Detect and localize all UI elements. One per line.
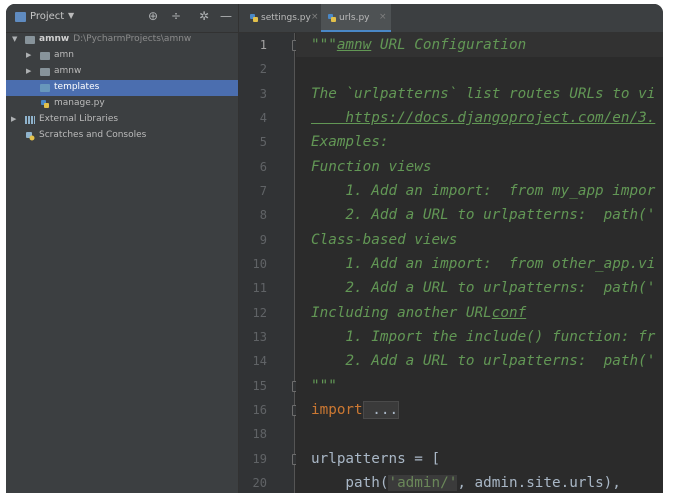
folder-icon bbox=[40, 52, 50, 60]
line-number: 7 bbox=[259, 184, 267, 198]
line-number: 6 bbox=[259, 160, 267, 174]
code-line: 2. Add a URL to urlpatterns: path(' bbox=[311, 353, 656, 369]
python-file-icon bbox=[41, 100, 49, 108]
python-file-icon bbox=[328, 14, 336, 22]
line-number: 13 bbox=[252, 330, 267, 344]
line-number: 2 bbox=[259, 62, 267, 76]
folder-icon bbox=[25, 36, 35, 44]
chevron-right-icon[interactable]: ▶ bbox=[11, 115, 16, 123]
tree-item-label: manage.py bbox=[54, 98, 105, 108]
code-editor[interactable]: """amnw URL Configuration The `urlpatter… bbox=[296, 33, 663, 493]
close-icon[interactable]: × bbox=[311, 12, 319, 22]
scratches-icon bbox=[26, 132, 35, 141]
code-line: Examples: bbox=[311, 134, 389, 150]
line-number-gutter[interactable]: 1 2 3 4 5 6 7 8 9 10 11 12 13 14 15 16 1… bbox=[239, 33, 302, 493]
line-number: 4 bbox=[259, 111, 267, 125]
folded-import-block[interactable]: import ... bbox=[311, 398, 400, 422]
code-line: Function views bbox=[311, 159, 432, 175]
tree-item-manage-py[interactable]: manage.py bbox=[6, 96, 238, 112]
folder-icon bbox=[40, 84, 50, 92]
code-line: urlpatterns = [ bbox=[311, 451, 441, 467]
line-number: 19 bbox=[252, 452, 267, 466]
tree-item-project-root[interactable]: ▼ amnw D:\PycharmProjects\amnw bbox=[6, 32, 238, 48]
tree-item-amn[interactable]: ▶ amn bbox=[6, 48, 238, 64]
line-number: 10 bbox=[252, 257, 267, 271]
tab-label: urls.py bbox=[339, 13, 370, 23]
tree-item-templates[interactable]: templates bbox=[6, 80, 238, 96]
tree-item-label: External Libraries bbox=[39, 114, 119, 124]
tab-settings-py[interactable]: settings.py × bbox=[243, 4, 319, 32]
project-path: D:\PycharmProjects\amnw bbox=[73, 34, 192, 44]
code-line: """amnw URL Configuration bbox=[311, 37, 527, 53]
code-line: 2. Add a URL to urlpatterns: path(' bbox=[311, 207, 656, 223]
line-number: 12 bbox=[252, 306, 267, 320]
chevron-right-icon[interactable]: ▶ bbox=[26, 67, 31, 75]
code-line: 1. Add an import: from other_app.vi bbox=[311, 256, 656, 272]
ide-window: Project ▼ ⊕ ÷ ✲ — ▼ amnw D:\PycharmProjec… bbox=[6, 4, 663, 493]
close-icon[interactable]: × bbox=[379, 12, 387, 22]
line-number: 14 bbox=[252, 354, 267, 368]
line-number: 15 bbox=[252, 379, 267, 393]
collapse-all-icon[interactable]: ÷ bbox=[171, 9, 181, 23]
hide-panel-icon[interactable]: — bbox=[220, 9, 232, 23]
project-icon bbox=[15, 12, 26, 22]
line-number: 16 bbox=[252, 403, 267, 417]
line-number: 3 bbox=[259, 87, 267, 101]
locate-icon[interactable]: ⊕ bbox=[148, 9, 158, 23]
code-line: 1. Import the include() function: fr bbox=[311, 329, 656, 345]
code-line: 1. Add an import: from my_app impor bbox=[311, 183, 656, 199]
line-number: 8 bbox=[259, 208, 267, 222]
tree-item-label: Scratches and Consoles bbox=[39, 130, 147, 140]
python-file-icon bbox=[250, 14, 258, 22]
line-number: 5 bbox=[259, 135, 267, 149]
chevron-down-icon[interactable]: ▼ bbox=[68, 11, 74, 20]
line-number: 9 bbox=[259, 233, 267, 247]
line-number: 11 bbox=[252, 281, 267, 295]
editor-tabs: settings.py × urls.py × bbox=[239, 4, 663, 33]
tree-item-scratches[interactable]: Scratches and Consoles bbox=[6, 128, 238, 144]
code-line: 2. Add a URL to urlpatterns: path(' bbox=[311, 280, 656, 296]
tree-item-label: templates bbox=[54, 82, 100, 92]
project-view-selector[interactable]: Project bbox=[30, 11, 64, 22]
tab-urls-py[interactable]: urls.py × bbox=[321, 4, 391, 32]
tree-item-external-libraries[interactable]: ▶ External Libraries bbox=[6, 112, 238, 128]
code-line: Including another URLconf bbox=[311, 305, 527, 321]
code-line: """ bbox=[311, 378, 337, 394]
project-panel-header: Project ▼ ⊕ ÷ ✲ — bbox=[6, 4, 238, 33]
tree-item-label: amn bbox=[54, 50, 74, 60]
gear-icon[interactable]: ✲ bbox=[199, 9, 209, 23]
project-panel: Project ▼ ⊕ ÷ ✲ — ▼ amnw D:\PycharmProjec… bbox=[6, 4, 239, 493]
chevron-right-icon[interactable]: ▶ bbox=[26, 51, 31, 59]
line-number: 1 bbox=[259, 38, 267, 52]
line-number: 18 bbox=[252, 427, 267, 441]
tab-label: settings.py bbox=[261, 13, 311, 23]
docs-link[interactable]: https://docs.djangoproject.com/en/3. bbox=[311, 106, 655, 130]
tree-item-amnw[interactable]: ▶ amnw bbox=[6, 64, 238, 80]
library-icon bbox=[25, 116, 35, 124]
tree-item-label: amnw bbox=[39, 34, 70, 44]
code-line: path('admin/', admin.site.urls), bbox=[311, 475, 621, 491]
chevron-down-icon[interactable]: ▼ bbox=[12, 35, 17, 43]
code-line: Class-based views bbox=[311, 232, 458, 248]
code-line: The `urlpatterns` list routes URLs to vi bbox=[311, 86, 656, 102]
folder-icon bbox=[40, 68, 50, 76]
tree-item-label: amnw bbox=[54, 66, 82, 76]
line-number: 20 bbox=[252, 476, 267, 490]
